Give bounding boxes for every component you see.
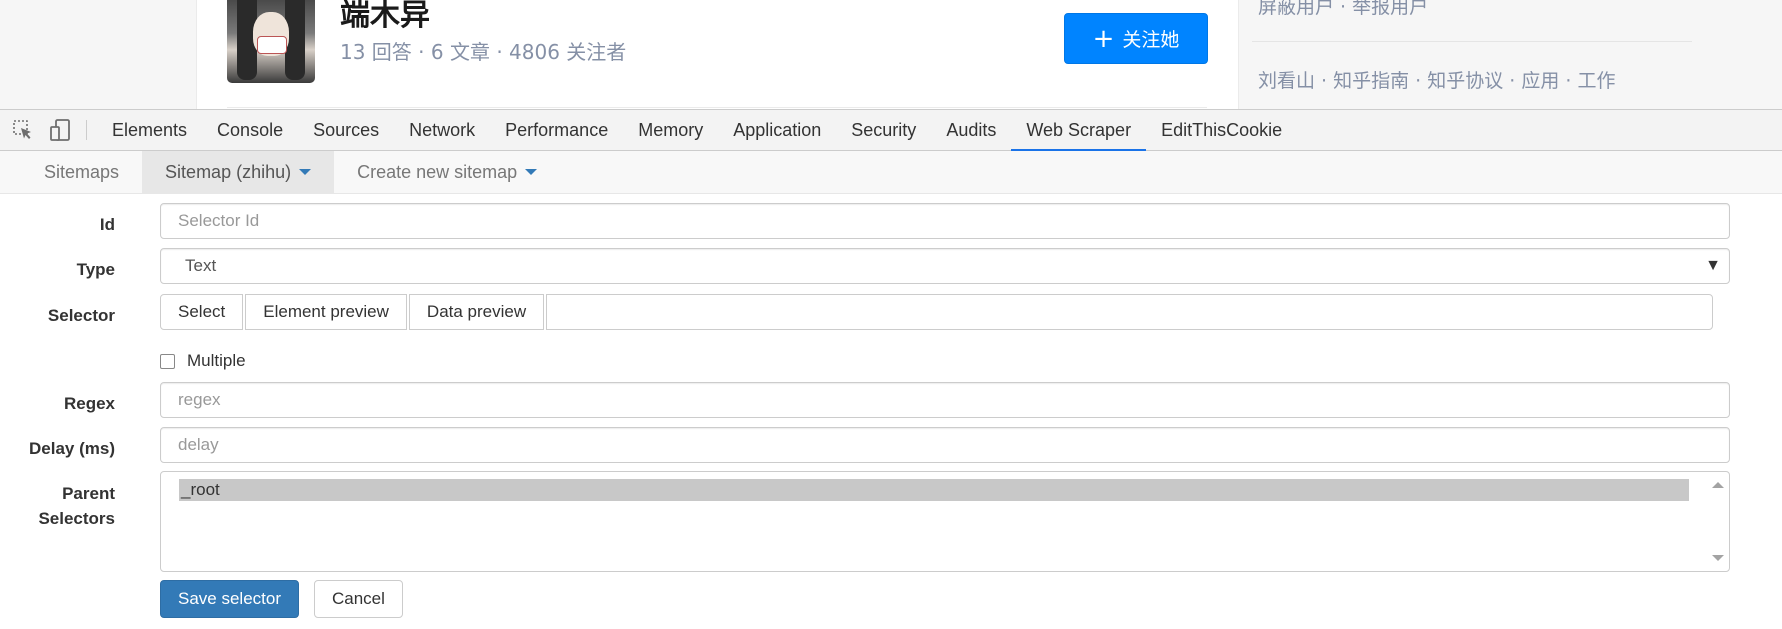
cancel-button[interactable]: Cancel <box>314 580 403 618</box>
divider <box>227 107 1207 108</box>
selector-label: Selector <box>47 306 115 325</box>
avatar-mask <box>257 36 287 54</box>
tab-console[interactable]: Console <box>202 110 298 150</box>
type-label: Type <box>76 260 115 279</box>
save-selector-button[interactable]: Save selector <box>160 580 299 618</box>
profile-stats: 13 回答 · 6 文章 · 4806 关注者 <box>340 40 627 64</box>
sidebar-links-row1[interactable]: 屏蔽用户 · 举报用户 <box>1258 0 1428 19</box>
sidebar-links-row2[interactable]: 刘看山 · 知乎指南 · 知乎协议 · 应用 · 工作 <box>1258 66 1615 93</box>
caret-down-icon <box>299 169 312 175</box>
scroll-up-icon[interactable] <box>1712 482 1724 488</box>
plus-icon: + <box>1092 23 1115 54</box>
multiple-label: Multiple <box>187 351 246 370</box>
web-page-area: 端木异 13 回答 · 6 文章 · 4806 关注者 + 关注她 屏蔽用户 ·… <box>0 0 1782 109</box>
tab-elements[interactable]: Elements <box>97 110 202 150</box>
web-scraper-nav: Sitemaps Sitemap (zhihu) Create new site… <box>0 151 1782 194</box>
scroll-down-icon[interactable] <box>1712 555 1724 561</box>
tab-audits[interactable]: Audits <box>931 110 1011 150</box>
parent-selectors-list[interactable]: _root <box>160 471 1730 572</box>
tab-memory[interactable]: Memory <box>623 110 718 150</box>
toolbar-separator <box>86 120 87 140</box>
data-preview-button[interactable]: Data preview <box>408 294 545 330</box>
tab-network[interactable]: Network <box>394 110 490 150</box>
parent-selectors-label: Parent Selectors <box>38 481 115 531</box>
type-select-value: Text <box>185 256 217 275</box>
parent-label-line1: Parent <box>62 484 115 503</box>
select-button[interactable]: Select <box>160 294 244 330</box>
regex-label: Regex <box>63 394 115 413</box>
tab-security[interactable]: Security <box>836 110 931 150</box>
selector-id-input[interactable]: Selector Id <box>160 203 1730 239</box>
selector-id-placeholder: Selector Id <box>178 211 260 230</box>
caret-down-icon <box>525 169 538 175</box>
parent-label-line2: Selectors <box>38 509 115 528</box>
tab-editthiscookie[interactable]: EditThisCookie <box>1146 110 1297 150</box>
nav-create-new-label: Create new sitemap <box>357 161 518 182</box>
device-toolbar-icon[interactable] <box>42 110 80 150</box>
type-select[interactable]: Text ▼ <box>160 248 1730 284</box>
inspect-element-icon[interactable] <box>4 110 42 150</box>
avatar[interactable] <box>227 0 315 83</box>
id-label: Id <box>99 215 115 234</box>
regex-placeholder: regex <box>178 390 221 409</box>
parent-option-root[interactable]: _root <box>179 479 1689 501</box>
nav-sitemap-current[interactable]: Sitemap (zhihu) <box>142 151 335 193</box>
tab-application[interactable]: Application <box>718 110 836 150</box>
element-preview-button[interactable]: Element preview <box>245 294 407 330</box>
delay-placeholder: delay <box>178 435 219 454</box>
divider <box>1252 41 1692 42</box>
follow-button-label: 关注她 <box>1122 29 1180 51</box>
devtools-toolbar: Elements Console Sources Network Perform… <box>0 110 1782 151</box>
multiple-checkbox-row: Multiple <box>160 351 246 371</box>
delay-label: Delay (ms) <box>29 439 115 458</box>
dropdown-arrow-icon: ▼ <box>1705 257 1721 274</box>
nav-sitemaps-label: Sitemaps <box>44 161 120 182</box>
tab-performance[interactable]: Performance <box>490 110 623 150</box>
nav-create-new-sitemap[interactable]: Create new sitemap <box>334 151 560 193</box>
follow-button[interactable]: + 关注她 <box>1064 13 1208 64</box>
selector-button-group: Select Element preview Data preview <box>160 294 1714 330</box>
tab-web-scraper[interactable]: Web Scraper <box>1011 110 1146 151</box>
regex-input[interactable]: regex <box>160 382 1730 418</box>
profile-name: 端木异 <box>340 0 430 33</box>
tab-sources[interactable]: Sources <box>298 110 394 150</box>
multiple-checkbox[interactable] <box>160 353 175 369</box>
profile-card: 端木异 13 回答 · 6 文章 · 4806 关注者 + 关注她 <box>196 0 1239 109</box>
nav-sitemaps[interactable]: Sitemaps <box>0 151 142 193</box>
selector-input[interactable] <box>546 294 1714 330</box>
delay-input[interactable]: delay <box>160 427 1730 463</box>
nav-sitemap-current-label: Sitemap (zhihu) <box>165 161 292 182</box>
